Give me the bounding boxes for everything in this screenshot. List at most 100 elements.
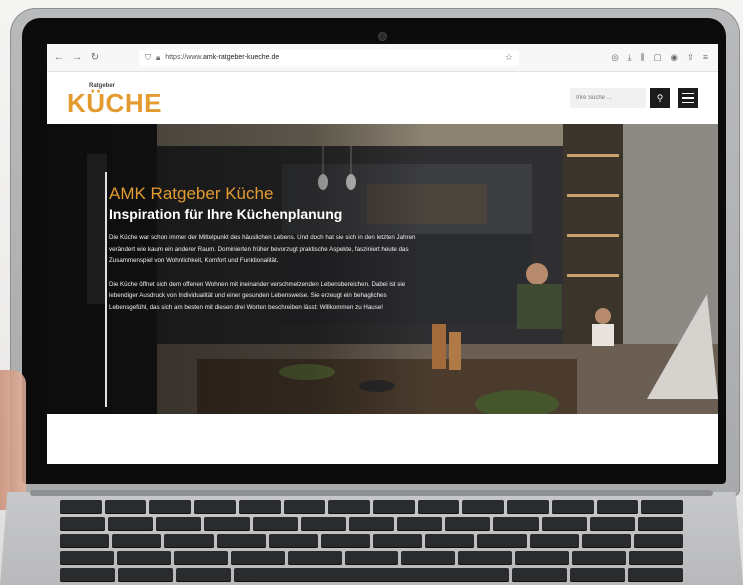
key <box>104 500 147 514</box>
key <box>589 517 635 531</box>
key <box>628 568 683 582</box>
key <box>397 517 443 531</box>
key <box>287 551 342 565</box>
logo-main-text: KÜCHE <box>67 88 162 118</box>
search-button[interactable]: ⚲ <box>650 88 670 108</box>
key <box>149 500 192 514</box>
key <box>204 517 250 531</box>
key <box>60 500 102 514</box>
laptop-hinge <box>30 490 713 496</box>
key <box>529 534 579 548</box>
hero-paragraph-1: Die Küche war schon immer der Mittelpunk… <box>109 234 416 264</box>
key <box>116 551 171 565</box>
key <box>60 551 114 565</box>
forward-arrow-icon[interactable]: → <box>71 52 83 63</box>
key <box>417 500 460 514</box>
key <box>118 568 173 582</box>
sidebar-icon[interactable]: ▢ <box>653 52 661 63</box>
hero-accent-line <box>105 172 107 407</box>
key <box>344 551 399 565</box>
key <box>551 500 594 514</box>
key <box>176 568 231 582</box>
key <box>268 534 318 548</box>
url-text: https://www.amk-ratgeber-kueche.de <box>165 54 279 61</box>
key <box>164 534 214 548</box>
keyboard-row <box>60 517 684 531</box>
key <box>401 551 456 565</box>
search-area: ⚲ <box>570 88 698 108</box>
key <box>596 500 639 514</box>
download-icon[interactable]: ⤓ <box>628 52 632 63</box>
account-icon[interactable]: ◉ <box>670 52 677 63</box>
keyboard <box>60 500 684 585</box>
hero-section: AMK Ratgeber Küche Inspiration für Ihre … <box>47 124 718 414</box>
key <box>512 568 567 582</box>
hamburger-line <box>682 101 694 104</box>
key <box>373 534 423 548</box>
key <box>252 517 298 531</box>
key <box>108 517 154 531</box>
key <box>458 551 513 565</box>
key <box>60 517 106 531</box>
key <box>445 517 491 531</box>
menu-icon[interactable]: ≡ <box>703 52 708 63</box>
key <box>507 500 549 514</box>
keyboard-row <box>60 534 684 548</box>
hand <box>0 370 26 510</box>
key <box>477 534 527 548</box>
url-prefix: https://www. <box>165 54 203 61</box>
key <box>493 517 539 531</box>
site-logo[interactable]: Ratgeber KÜCHE <box>67 78 187 118</box>
spacebar-key <box>234 568 509 582</box>
key <box>156 517 202 531</box>
laptop-screen: ← → ↻ ⛉ 🔒︎ https://www.amk-ratgeber-kuec… <box>47 44 718 464</box>
key <box>112 534 162 548</box>
search-icon: ⚲ <box>656 92 664 103</box>
library-icon[interactable]: ⫼ <box>641 52 645 63</box>
bookmark-star-icon[interactable]: ☆ <box>505 52 513 63</box>
hero-subtitle: Inspiration für Ihre Küchenplanung <box>109 206 343 222</box>
webcam <box>379 33 386 40</box>
key <box>462 500 505 514</box>
hamburger-menu-button[interactable] <box>678 88 698 108</box>
key <box>541 517 587 531</box>
extensions-icon[interactable]: ⇪ <box>687 52 694 63</box>
key <box>570 568 625 582</box>
url-domain: amk-ratgeber-kueche.de <box>203 54 280 61</box>
site-header: Ratgeber KÜCHE ⚲ <box>47 72 718 124</box>
key <box>60 534 110 548</box>
key <box>425 534 475 548</box>
key <box>283 500 326 514</box>
hero-title: AMK Ratgeber Küche <box>109 184 274 203</box>
browser-tools: ◎ ⤓ ⫼ ▢ ◉ ⇪ ≡ <box>611 52 712 63</box>
page-content-below <box>47 414 718 464</box>
search-input[interactable] <box>570 88 646 108</box>
key <box>572 551 627 565</box>
shield-icon[interactable]: ⛉ <box>145 53 151 63</box>
key <box>320 534 371 548</box>
reload-icon[interactable]: ↻ <box>89 52 101 63</box>
keyboard-row <box>60 568 683 582</box>
key <box>515 551 570 565</box>
lock-icon[interactable]: 🔒︎ <box>156 53 160 63</box>
hero-text-block: AMK Ratgeber Küche Inspiration für Ihre … <box>109 184 419 313</box>
pocket-icon[interactable]: ◎ <box>611 52 618 63</box>
key <box>373 500 415 514</box>
key <box>637 517 684 531</box>
key <box>173 551 228 565</box>
hero-paragraph-2: Die Küche öffnet sich dem offenen Wohnen… <box>109 280 406 311</box>
key <box>629 551 683 565</box>
key <box>300 517 346 531</box>
key <box>216 534 266 548</box>
hamburger-line <box>682 97 694 99</box>
key <box>60 568 115 582</box>
key <box>328 500 371 514</box>
hamburger-line <box>682 92 694 95</box>
address-bar[interactable]: ⛉ 🔒︎ https://www.amk-ratgeber-kueche.de … <box>139 49 519 66</box>
keyboard-row <box>60 500 684 514</box>
key <box>194 500 236 514</box>
key <box>633 534 684 548</box>
back-arrow-icon[interactable]: ← <box>53 52 65 63</box>
key <box>641 500 684 514</box>
keyboard-row <box>60 551 683 565</box>
